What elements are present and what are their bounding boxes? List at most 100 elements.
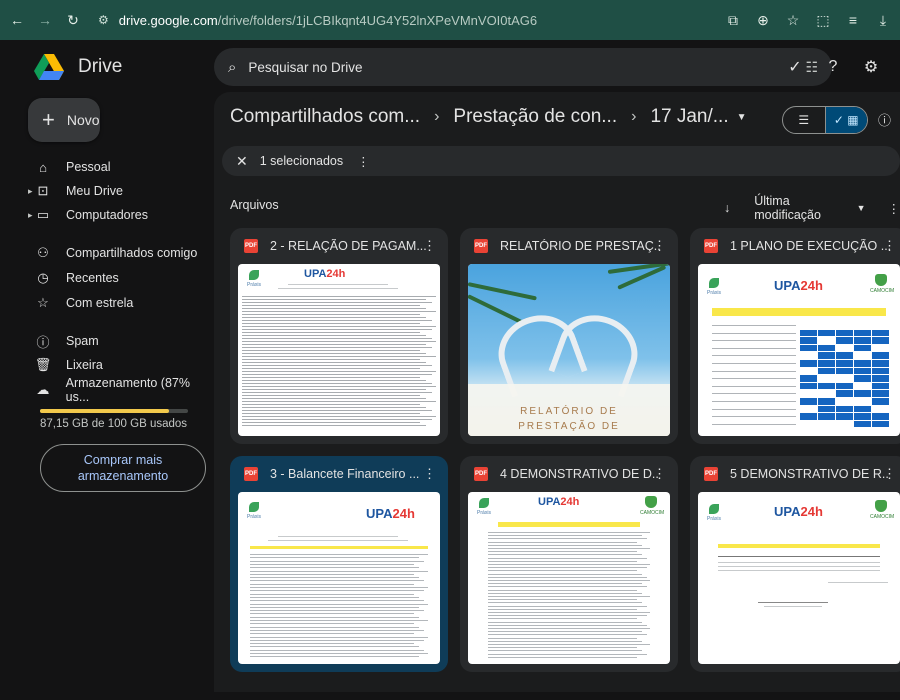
back-icon[interactable]: ← [6, 9, 28, 31]
sort-control: ↓ Última modificação ▼ ⋮ [724, 194, 900, 222]
search-input[interactable] [248, 59, 689, 75]
more-actions-icon[interactable]: ⋮ [653, 238, 666, 254]
chevron-down-icon[interactable]: ▼ [857, 203, 866, 213]
forward-icon[interactable]: → [34, 9, 56, 31]
more-actions-icon[interactable]: ⋮ [423, 238, 436, 254]
reload-icon[interactable]: ↻ [62, 9, 84, 31]
bookmark-star-icon[interactable]: ☆ [782, 12, 804, 29]
list-view-icon[interactable]: ☰ [783, 107, 825, 133]
people-icon: ⚇ [37, 245, 49, 260]
breadcrumb-item[interactable]: Compartilhados com... [230, 106, 420, 128]
file-card[interactable]: PDF 5 DEMONSTRATIVO DE R... ⋮ Práxis UPA… [690, 456, 900, 672]
camocim-crest: CAMOCIM [870, 274, 894, 294]
preview-line [488, 589, 638, 591]
new-button-label: Novo [66, 112, 100, 128]
file-card[interactable]: PDF 2 - RELAÇÃO DE PAGAM... ⋮ Práxis UPA… [230, 228, 448, 444]
drive-logo-icon [34, 54, 64, 80]
preview-line [488, 535, 642, 537]
schedule-cell [818, 352, 835, 359]
file-card-selected[interactable]: PDF 3 - Balancete Financeiro ... ⋮ Práxi… [230, 456, 448, 672]
url-host: drive.google.com [118, 12, 218, 28]
schedule-cell [800, 382, 817, 390]
schedule-cell [836, 405, 853, 413]
schedule-cell [818, 344, 835, 352]
file-card[interactable]: PDF RELATÓRIO DE PRESTAÇ... ⋮ RELATÓRIO … [460, 228, 678, 444]
clear-selection-icon[interactable]: ✕ [236, 153, 248, 170]
preview-line [242, 422, 421, 423]
settings-gear-icon[interactable]: ⚙ [856, 52, 886, 82]
sidebar-item-pessoal[interactable]: ⌂ Pessoal [34, 156, 110, 178]
preview-line [488, 608, 638, 610]
spam-icon: ⓘ [36, 334, 50, 350]
buy-storage-button[interactable]: Comprar mais armazenamento [40, 444, 206, 492]
search-icon[interactable]: ⌕ [228, 59, 236, 76]
chevron-down-icon[interactable]: ▼ [737, 112, 747, 123]
reading-list-icon[interactable]: ≡ [842, 12, 864, 28]
cover-caption: RELATÓRIO DE PRESTAÇÃO DE [518, 406, 620, 432]
sidebar-item-recentes[interactable]: ◷ Recentes [34, 267, 118, 289]
sidebar-item-compartilhados[interactable]: ⚇ Compartilhados comigo [34, 242, 197, 264]
sidebar-item-meu-drive[interactable]: ▸ ⊡ Meu Drive [28, 180, 123, 202]
zoom-icon[interactable]: ⊕ [752, 12, 774, 29]
install-app-icon[interactable]: ⧉ [722, 12, 744, 29]
schedule-cell [872, 352, 889, 359]
extensions-icon[interactable]: ⬚ [812, 12, 834, 29]
help-icon[interactable]: ? [818, 52, 848, 82]
sidebar-item-com-estrela[interactable]: ☆ Com estrela [34, 292, 133, 314]
preview-line [250, 560, 425, 562]
expand-caret-icon[interactable]: ▸ [28, 210, 33, 221]
preview-line [250, 649, 425, 651]
upa24h-logo: UPA24h [774, 278, 823, 293]
apps-menu-icon[interactable]: ⋮ [894, 52, 900, 82]
preview-line [242, 401, 436, 402]
sidebar-item-lixeira[interactable]: 🗑 Lixeira [34, 354, 103, 376]
download-icon[interactable]: ⤓ [872, 12, 894, 29]
schedule-cell [872, 360, 889, 367]
sidebar-item-computadores[interactable]: ▸ ▭ Computadores [28, 204, 148, 226]
grid-view-icon[interactable]: ✓ ▦ [824, 107, 867, 133]
sidebar-item-spam[interactable]: ⓘ Spam [34, 330, 98, 352]
sidebar-item-armazenamento[interactable]: ☁ Armazenamento (87% us... [34, 376, 214, 404]
preview-line [488, 586, 647, 588]
address-bar[interactable]: ⚙ drive.google.com/drive/folders/1jLCBIk… [98, 6, 537, 34]
preview-line [488, 541, 638, 543]
expand-caret-icon[interactable]: ▸ [28, 186, 33, 197]
preview-line [242, 308, 427, 309]
preview-line [712, 325, 796, 326]
preview-line [488, 599, 638, 601]
sort-direction-icon[interactable]: ↓ [724, 201, 730, 215]
card-header: PDF 3 - Balancete Financeiro ... [230, 456, 448, 492]
preview-line [488, 544, 642, 546]
preview-line [250, 590, 425, 592]
more-actions-icon[interactable]: ⋮ [357, 154, 370, 169]
preview-line [242, 329, 433, 330]
schedule-cell [854, 413, 871, 420]
schedule-cell [818, 382, 835, 390]
upa24h-logo: UPA24h [538, 496, 580, 508]
sort-label[interactable]: Última modificação [754, 194, 848, 222]
breadcrumb-item[interactable]: Prestação de con... [453, 106, 617, 128]
preview-line [488, 644, 650, 645]
more-actions-icon[interactable]: ⋮ [423, 466, 436, 482]
computer-icon: ▭ [36, 207, 50, 222]
details-info-icon[interactable]: ⓘ [878, 110, 891, 129]
more-actions-icon[interactable]: ⋮ [653, 466, 666, 482]
more-actions-icon[interactable]: ⋮ [883, 238, 896, 254]
main-panel: Compartilhados com... › Prestação de con… [214, 92, 900, 692]
file-name: 3 - Balancete Financeiro ... [270, 467, 420, 481]
file-thumbnail: Práxis UPA24h CAMOCIM [698, 264, 900, 436]
more-actions-icon[interactable]: ⋮ [883, 466, 896, 482]
new-button[interactable]: + Novo [28, 98, 100, 142]
preview-line [242, 416, 436, 417]
cloud-icon: ☁ [36, 382, 50, 397]
schedule-cell [836, 382, 853, 390]
file-card[interactable]: PDF 1 PLANO DE EXECUÇÃO ... ⋮ Práxis UPA… [690, 228, 900, 444]
file-card[interactable]: PDF 4 DEMONSTRATIVO DE D... ⋮ Práxis UPA… [460, 456, 678, 672]
more-options-icon[interactable]: ⋮ [888, 201, 900, 216]
drive-logo[interactable]: Drive [34, 54, 122, 80]
site-info-icon[interactable]: ⚙ [98, 13, 109, 27]
breadcrumb-current[interactable]: 17 Jan/... [650, 106, 728, 128]
preview-line [242, 314, 421, 315]
storage-usage-text: 87,15 GB de 100 GB usados [40, 418, 188, 430]
ready-offline-icon[interactable]: ✓ [780, 52, 810, 82]
